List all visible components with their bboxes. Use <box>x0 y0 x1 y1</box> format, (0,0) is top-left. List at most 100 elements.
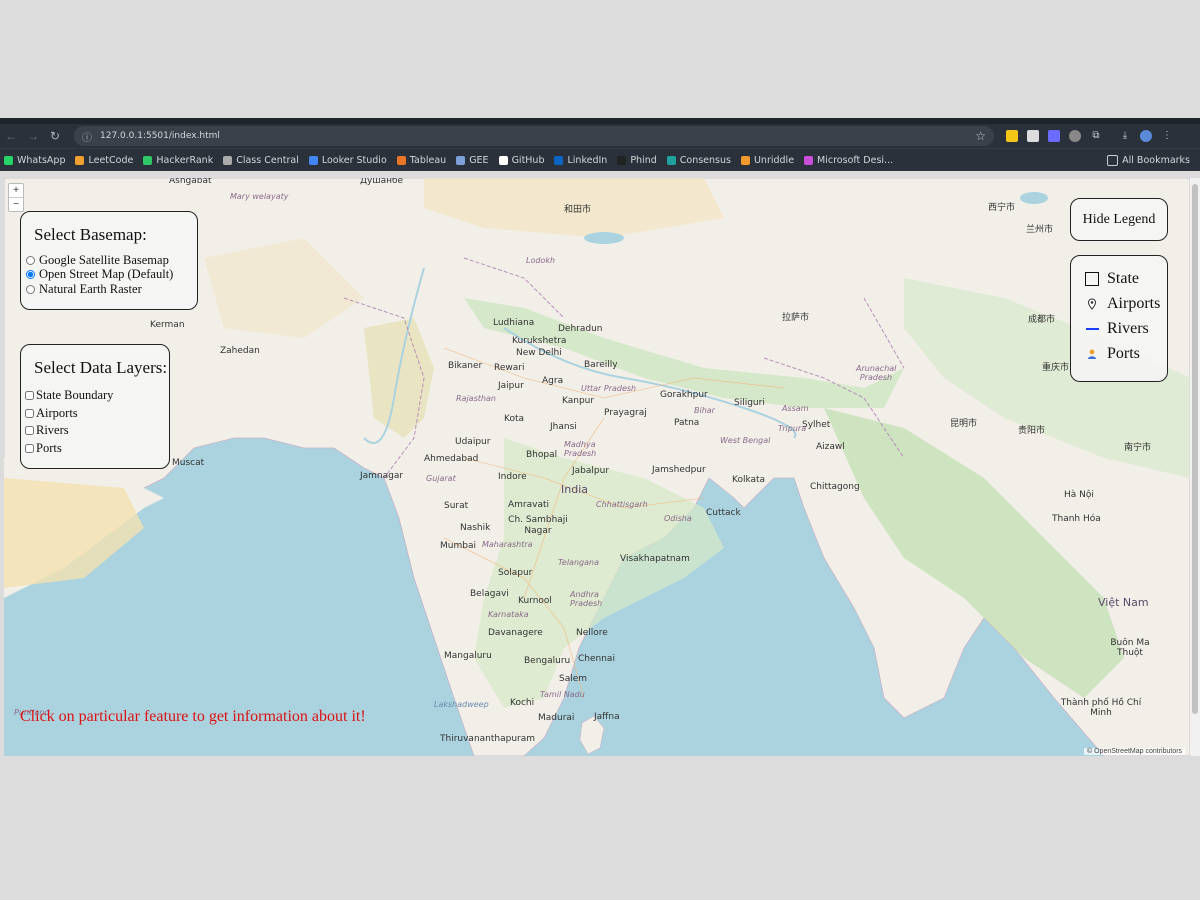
bookmark-item[interactable]: Consensus <box>666 155 731 166</box>
legend-label: Airports <box>1107 294 1161 312</box>
map-label: Rajasthan <box>456 394 496 403</box>
map-label: Bengaluru <box>524 656 571 666</box>
puzzle-icon[interactable]: ⧉ <box>1090 130 1102 142</box>
basemap-radio[interactable] <box>26 270 35 280</box>
river-line-icon <box>1084 327 1100 330</box>
profile-avatar[interactable] <box>1140 130 1152 142</box>
extension-icons: ⧉ ⤓ ⋮ <box>1006 130 1173 142</box>
bookmark-favicon-icon <box>804 155 814 165</box>
zoom-in-button[interactable]: + <box>9 184 23 197</box>
extension-icon[interactable] <box>1069 130 1081 142</box>
map-label: Aizawl <box>816 442 845 452</box>
basemap-option-natural-earth[interactable]: Natural Earth Raster <box>26 282 197 297</box>
bookmark-item[interactable]: LeetCode <box>75 155 133 166</box>
bookmark-item[interactable]: Looker Studio <box>308 155 387 166</box>
data-layers-title: Select Data Layers: <box>34 358 168 377</box>
layer-ports[interactable]: Ports <box>25 440 169 458</box>
bookmark-label: GitHub <box>511 154 545 166</box>
bookmark-item[interactable]: LinkedIn <box>554 155 607 166</box>
bookmark-item[interactable]: GitHub <box>498 154 545 166</box>
back-icon[interactable]: ← <box>0 129 22 143</box>
layer-state-boundary[interactable]: State Boundary <box>25 387 169 405</box>
map-label: New Delhi <box>516 348 562 358</box>
browser-chrome: ← → ↻ ⓘ 127.0.0.1:5501/index.html ☆ ⧉ ⤓ … <box>0 118 1200 171</box>
map-label: Hà Nội <box>1064 490 1094 500</box>
site-info-icon[interactable]: ⓘ <box>82 129 92 144</box>
legend-item-airports: Airports <box>1084 291 1167 316</box>
basemap-option-label: Natural Earth Raster <box>39 281 142 296</box>
map-label: Cuttack <box>706 508 741 518</box>
bookmark-favicon-icon <box>308 155 318 165</box>
vertical-scrollbar[interactable] <box>1190 178 1200 756</box>
map-label: Bhopal <box>526 450 558 460</box>
map-label: Chennai <box>578 654 615 664</box>
layer-label: Rivers <box>36 423 69 438</box>
map-label: Ch. Sambhaji Nagar <box>508 515 568 536</box>
map-label: Rewari <box>494 363 525 373</box>
layer-label: State Boundary <box>36 388 114 403</box>
basemap-option-google[interactable]: Google Satellite Basemap <box>26 253 197 268</box>
map-label: Kolkata <box>732 475 766 485</box>
map-label: Visakhapatnam <box>620 554 690 564</box>
download-icon[interactable]: ⤓ <box>1119 130 1131 142</box>
layer-checkbox[interactable] <box>25 426 34 436</box>
bookmark-label: Unriddle <box>753 154 795 166</box>
basemap-radio[interactable] <box>26 284 35 294</box>
desert-arabia <box>4 478 144 588</box>
bookmark-favicon-icon <box>666 155 676 165</box>
zoom-out-button[interactable]: − <box>9 197 23 211</box>
map-label: Buôn Ma Thuột <box>1110 638 1150 658</box>
map-label: Ashgabat <box>169 178 212 186</box>
bookmark-item[interactable]: Class Central <box>223 155 299 166</box>
layer-airports[interactable]: Airports <box>25 405 169 423</box>
map-label: Prayagraj <box>604 408 647 418</box>
basemap-option-label: Google Satellite Basemap <box>39 252 169 267</box>
scrollbar-thumb[interactable] <box>1192 184 1198 714</box>
bookmark-item[interactable]: HackerRank <box>143 155 213 166</box>
bookmark-item[interactable]: Phind <box>617 154 657 166</box>
bookmark-favicon-icon <box>554 155 564 165</box>
layer-checkbox[interactable] <box>25 408 34 418</box>
menu-kebab-icon[interactable]: ⋮ <box>1161 130 1173 142</box>
map-label: Agra <box>542 376 564 386</box>
bookmark-label: Phind <box>630 154 657 166</box>
basemap-panel-title: Select Basemap: <box>34 225 147 244</box>
bookmark-item[interactable]: GEE <box>456 155 489 166</box>
bookmark-item[interactable]: Tableau <box>396 155 446 166</box>
hide-legend-button[interactable]: Hide Legend <box>1070 198 1168 241</box>
layer-rivers[interactable]: Rivers <box>25 422 169 440</box>
address-bar[interactable]: ⓘ 127.0.0.1:5501/index.html ☆ <box>74 126 994 146</box>
bookmark-star-icon[interactable]: ☆ <box>975 129 986 143</box>
extension-icon[interactable] <box>1048 130 1060 142</box>
map-label: Jamshedpur <box>652 465 706 475</box>
bookmark-favicon-icon <box>740 155 750 165</box>
all-bookmarks[interactable]: All Bookmarks <box>1107 154 1190 166</box>
basemap-radio[interactable] <box>26 255 35 265</box>
map-label: Jabalpur <box>572 466 610 476</box>
extension-icon[interactable] <box>1027 130 1039 142</box>
forward-icon[interactable]: → <box>22 129 44 143</box>
reload-icon[interactable]: ↻ <box>44 129 66 143</box>
square-outline-icon <box>1084 271 1100 286</box>
basemap-option-label: Open Street Map (Default) <box>39 267 174 282</box>
layer-checkbox[interactable] <box>25 391 34 401</box>
bookmark-favicon-icon <box>498 155 508 165</box>
map-label: Jhansi <box>550 422 577 432</box>
map-label: Kerman <box>150 320 185 330</box>
map-attribution[interactable]: © OpenStreetMap contributors <box>1084 748 1186 755</box>
legend-item-rivers: Rivers <box>1084 316 1167 341</box>
extension-icon[interactable] <box>1006 130 1018 142</box>
basemap-option-osm[interactable]: Open Street Map (Default) <box>26 267 197 283</box>
bookmark-item[interactable]: Unriddle <box>740 154 795 166</box>
bookmark-item[interactable]: Microsoft Desi... <box>804 155 893 166</box>
bookmark-label: Microsoft Desi... <box>817 154 894 166</box>
lake <box>584 232 624 244</box>
url-text[interactable]: 127.0.0.1:5501/index.html <box>100 131 975 141</box>
layer-checkbox[interactable] <box>25 443 34 453</box>
map-label: Kota <box>504 414 525 424</box>
bookmark-item[interactable]: WhatsApp <box>4 155 65 166</box>
map-label: Kurnool <box>518 596 552 606</box>
bookmarks-bar: WhatsApp LeetCode HackerRank Class Central L… <box>0 148 1200 171</box>
map-label: Assam <box>782 404 809 413</box>
map-label: Душанбе <box>360 178 404 186</box>
